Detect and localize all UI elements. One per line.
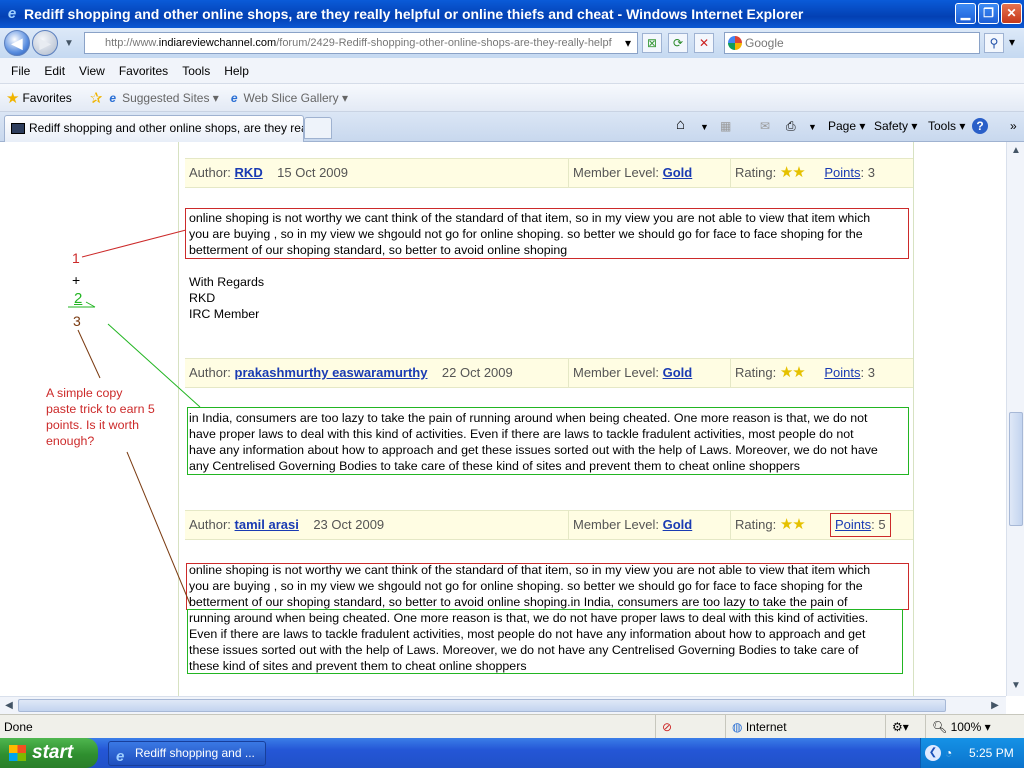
search-icon[interactable]: ⚲ — [984, 33, 1004, 53]
menu-file[interactable]: File — [4, 64, 37, 78]
taskbar: start e Rediff shopping and ... ❮ ◔ 5:25… — [0, 738, 1024, 768]
suggested-sites-link[interactable]: Suggested Sites ▾ — [122, 91, 219, 105]
globe-icon: ◍ — [732, 720, 743, 734]
annotation-lines — [68, 229, 201, 605]
annotation-line-brown-lower — [126, 451, 191, 605]
scroll-down-arrow-icon[interactable]: ▼ — [1009, 680, 1023, 691]
taskbar-item-label: Rediff shopping and ... — [135, 746, 255, 760]
forward-button[interactable]: ▶ — [32, 30, 58, 56]
refresh-icon[interactable]: ⟳ — [668, 33, 688, 53]
favorites-button[interactable]: Favorites — [22, 91, 71, 105]
more-commands-icon[interactable]: » — [1010, 119, 1017, 133]
page-menu[interactable]: Page ▾ — [828, 119, 865, 133]
compatibility-view-icon[interactable]: ⊠ — [642, 33, 662, 53]
help-icon[interactable]: ? — [972, 118, 988, 134]
print-dropdown-icon[interactable]: ▼ — [808, 122, 817, 132]
stop-icon[interactable]: ✕ — [694, 33, 714, 53]
add-to-favorites-bar-icon[interactable]: ✰ — [90, 89, 103, 107]
clock[interactable]: 5:25 PM — [969, 738, 1014, 768]
tools-menu[interactable]: Tools ▾ — [928, 119, 965, 133]
tab-title: Rediff shopping and other online shops, … — [29, 121, 304, 135]
status-bar: Done ⊘ ◍ Internet ⚙▾ 🔍︎ 100% ▾ — [0, 714, 1024, 739]
web-slice-gallery-link[interactable]: Web Slice Gallery ▾ — [244, 91, 349, 105]
vertical-scrollbar[interactable]: ▲ ▼ — [1006, 142, 1024, 696]
url-domain: indiareviewchannel.com — [158, 37, 277, 49]
favorites-star-icon: ★ — [6, 89, 20, 107]
address-dropdown-icon[interactable]: ▾ — [620, 34, 636, 52]
window-title: Rediff shopping and other online shops, … — [24, 6, 804, 22]
search-input[interactable]: Google — [724, 32, 980, 54]
menu-favorites[interactable]: Favorites — [112, 64, 175, 78]
window-title-bar: e Rediff shopping and other online shops… — [0, 0, 1024, 28]
taskbar-item-ie[interactable]: e Rediff shopping and ... — [108, 741, 266, 766]
protected-mode-icon[interactable]: ⚙▾ — [885, 715, 925, 739]
home-dropdown-icon[interactable]: ▼ — [700, 122, 709, 132]
zone-label: Internet — [745, 720, 787, 734]
start-label: start — [32, 742, 74, 763]
home-icon[interactable]: ⌂ — [676, 116, 685, 133]
annotation-line-brown-upper — [77, 329, 101, 379]
site-favicon-icon — [11, 123, 25, 134]
security-zone[interactable]: ◍ Internet — [725, 715, 885, 739]
menu-help[interactable]: Help — [217, 64, 256, 78]
page-content: Author: RKD 15 Oct 2009 Member Level: Go… — [0, 142, 1006, 696]
maximize-button[interactable]: ❐ — [978, 3, 999, 24]
recent-pages-dropdown-icon[interactable]: ▼ — [62, 38, 76, 49]
ie-taskbar-icon: e — [116, 748, 125, 765]
back-button[interactable]: ◀ — [4, 30, 30, 56]
horizontal-scroll-thumb[interactable] — [18, 699, 946, 712]
favorites-bar: ★ Favorites ✰ e Suggested Sites ▾ e Web … — [0, 84, 1024, 112]
url-path: /forum/2429-Rediff-shopping-other-online… — [276, 37, 612, 49]
annotation-tick-green — [85, 301, 96, 308]
annotation-line-green — [107, 323, 201, 408]
address-field[interactable]: http://www.indiareviewchannel.com/forum/… — [84, 32, 638, 54]
annotation-line-red — [81, 229, 187, 258]
popup-blocked-icon[interactable]: ⊘ — [655, 715, 725, 739]
status-text: Done — [4, 720, 33, 734]
scroll-left-arrow-icon[interactable]: ◀ — [2, 700, 16, 711]
scroll-right-arrow-icon[interactable]: ▶ — [988, 700, 1002, 711]
menu-edit[interactable]: Edit — [37, 64, 72, 78]
safety-menu[interactable]: Safety ▾ — [874, 119, 917, 133]
close-button[interactable]: ✕ — [1001, 3, 1022, 24]
zoom-control[interactable]: 🔍︎ 100% ▾ — [925, 715, 1024, 739]
scroll-up-arrow-icon[interactable]: ▲ — [1009, 145, 1023, 156]
network-tray-icon[interactable]: ◔ — [945, 738, 952, 768]
google-logo-icon — [728, 36, 742, 50]
tray-expand-icon[interactable]: ❮ — [925, 745, 941, 761]
menu-bar: File Edit View Favorites Tools Help — [0, 58, 1024, 84]
start-button[interactable]: start — [0, 738, 98, 768]
system-tray: ❮ ◔ 5:25 PM — [920, 738, 1024, 768]
zoom-icon: 🔍︎ — [932, 720, 948, 734]
ie-logo-icon: e — [7, 5, 17, 22]
address-toolbar: ◀ ▶ ▼ http://www.indiareviewchannel.com/… — [0, 28, 1024, 58]
minimize-button[interactable]: ▁ — [955, 3, 976, 24]
new-tab-button[interactable] — [304, 117, 332, 139]
search-placeholder: Google — [745, 36, 784, 50]
web-slice-icon: e — [230, 90, 238, 105]
print-icon[interactable]: ⎙ — [786, 119, 796, 134]
search-options-dropdown-icon[interactable]: ▾ — [1004, 33, 1020, 53]
read-mail-icon[interactable]: ✉ — [760, 119, 770, 133]
url-prefix: http://www. — [105, 37, 159, 49]
menu-tools[interactable]: Tools — [175, 64, 217, 78]
tab-bar: Rediff shopping and other online shops, … — [0, 112, 1024, 142]
windows-flag-icon — [9, 745, 26, 761]
menu-view[interactable]: View — [72, 64, 112, 78]
zoom-level: 100% — [950, 720, 982, 734]
feeds-icon[interactable]: ▦ — [720, 119, 731, 133]
vertical-scroll-thumb[interactable] — [1009, 412, 1023, 526]
tab-current[interactable]: Rediff shopping and other online shops, … — [4, 115, 304, 142]
horizontal-scrollbar[interactable]: ◀ ▶ — [0, 696, 1006, 714]
suggested-sites-icon: e — [109, 90, 117, 105]
